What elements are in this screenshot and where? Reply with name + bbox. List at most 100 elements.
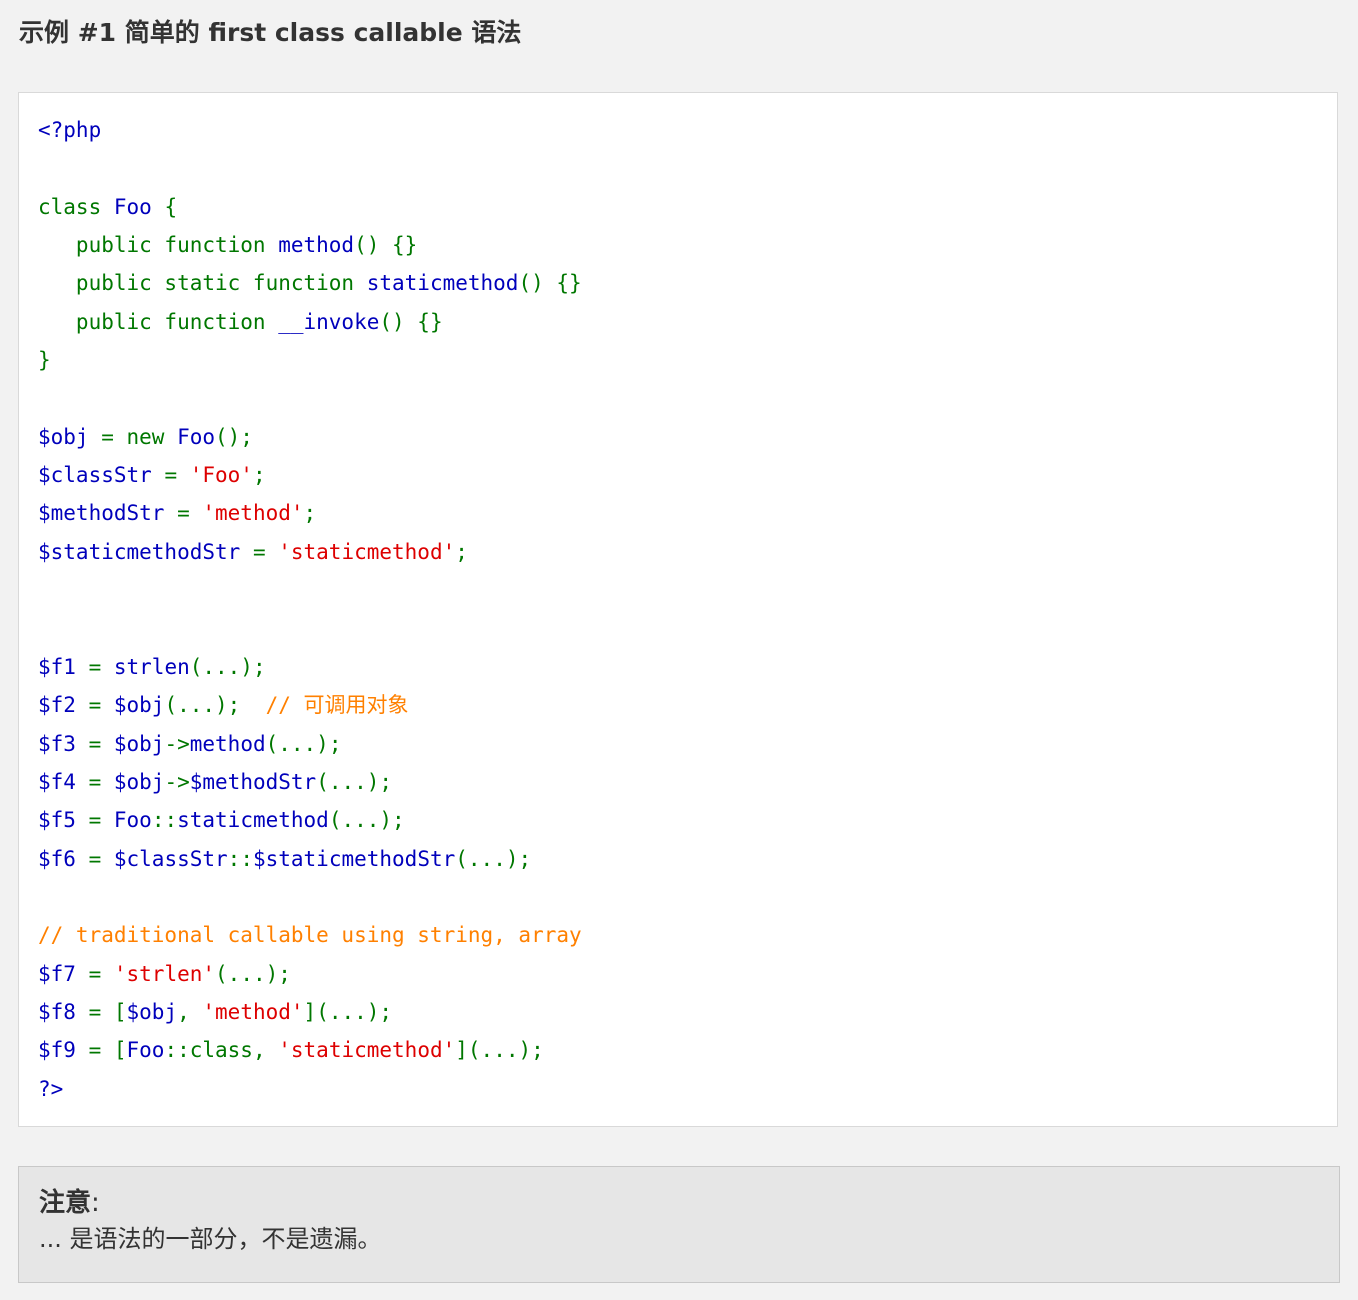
code-token: =	[88, 693, 114, 718]
code-token: =	[164, 463, 190, 488]
code-token: 'staticmethod'	[278, 1038, 456, 1063]
code-token: 'Foo'	[189, 463, 253, 488]
code-token: class	[38, 194, 114, 219]
code-line: public static function staticmethod() {}	[38, 264, 1318, 302]
code-token: {	[164, 194, 178, 219]
note-title-colon: :	[91, 1188, 100, 1218]
code-block: <?php class Foo { public function method…	[18, 92, 1338, 1127]
code-token: (...);	[215, 961, 291, 986]
code-token: $classStr	[113, 846, 228, 871]
code-token: $staticmethodStr	[252, 846, 456, 871]
code-token: $obj	[113, 731, 165, 756]
code-token: Foo	[113, 808, 152, 833]
code-token: public static function	[38, 271, 367, 296]
code-token: method	[278, 233, 355, 258]
code-token: $methodStr	[38, 501, 178, 526]
code-token: method	[189, 731, 266, 756]
code-token: ](...);	[455, 1038, 544, 1063]
code-token: $obj	[126, 999, 178, 1024]
code-line: // traditional callable using string, ar…	[38, 916, 1318, 954]
code-token: ->	[164, 769, 190, 794]
code-token: ->	[164, 731, 190, 756]
note-body: ... 是语法的一部分，不是遗漏。	[39, 1225, 382, 1253]
code-line: public function __invoke() {}	[38, 303, 1318, 341]
code-token: public function	[38, 309, 279, 334]
code-token: ::class,	[164, 1038, 279, 1063]
code-token: $obj	[38, 424, 102, 449]
code-token: =	[88, 808, 114, 833]
code-token: $f3	[38, 731, 89, 756]
code-token: ::	[227, 846, 253, 871]
code-token: __invoke	[278, 309, 380, 334]
code-line: $methodStr = 'method';	[38, 494, 1318, 532]
code-line: public function method() {}	[38, 226, 1318, 264]
code-line: <?php	[38, 111, 1318, 149]
code-line: $f7 = 'strlen'(...);	[38, 955, 1318, 993]
code-token: // 可调用对象	[265, 693, 409, 718]
code-token: public function	[38, 233, 279, 258]
code-token: Foo	[126, 1038, 165, 1063]
code-token: ;	[252, 463, 266, 488]
code-token: <?php	[38, 118, 102, 142]
code-line: ?>	[38, 1070, 1318, 1108]
code-token: $f4	[38, 769, 89, 794]
code-token: ,	[177, 999, 203, 1024]
note-title-text: 注意	[39, 1188, 92, 1218]
code-token: $f9	[38, 1038, 89, 1063]
code-token: =	[88, 846, 114, 871]
note-box: 注意: ... 是语法的一部分，不是遗漏。	[18, 1166, 1340, 1283]
code-line: $f9 = [Foo::class, 'staticmethod'](...);	[38, 1031, 1318, 1069]
code-line: $f1 = strlen(...);	[38, 648, 1318, 686]
example-title: 示例 #1 简单的 first class callable 语法	[19, 18, 522, 47]
code-token: (...);	[316, 769, 393, 794]
code-token: $methodStr	[189, 769, 317, 794]
code-token: 'method'	[202, 999, 304, 1024]
code-token: =	[252, 539, 279, 564]
code-token: $obj	[113, 693, 165, 718]
code-token: Foo	[177, 424, 216, 449]
code-line: $staticmethodStr = 'staticmethod';	[38, 533, 1318, 571]
code-token: ](...);	[303, 999, 393, 1024]
code-line: $obj = new Foo();	[38, 418, 1318, 456]
code-line: $f4 = $obj->$methodStr(...);	[38, 763, 1318, 801]
code-token: // traditional callable using string, ar…	[38, 923, 582, 948]
code-token: $f8	[38, 999, 89, 1024]
code-line: $f8 = [$obj, 'method'](...);	[38, 993, 1318, 1031]
code-token: $obj	[113, 769, 165, 794]
code-line: $classStr = 'Foo';	[38, 456, 1318, 494]
code-token: (...);	[455, 846, 532, 871]
code-token: () {}	[379, 309, 443, 334]
code-line: $f6 = $classStr::$staticmethodStr(...);	[38, 840, 1318, 878]
code-line: $f3 = $obj->method(...);	[38, 725, 1318, 763]
code-token: ?>	[38, 1076, 64, 1101]
code-token: =	[88, 961, 114, 986]
code-token: strlen	[113, 654, 190, 679]
code-token: = [	[88, 1038, 127, 1063]
code-token: ;	[303, 501, 317, 526]
code-token: (...);	[189, 654, 266, 679]
code-token: ();	[215, 424, 253, 449]
code-line: class Foo {	[38, 188, 1318, 226]
code-token: ;	[455, 539, 468, 564]
note-title: 注意:	[39, 1185, 1319, 1221]
code-token: () {}	[354, 233, 418, 258]
code-token: 'strlen'	[113, 961, 216, 986]
code-token: (...);	[328, 808, 405, 833]
code-token: = new	[101, 424, 178, 449]
code-token: $f2	[38, 693, 89, 718]
code-token: $classStr	[38, 463, 165, 488]
code-token: =	[177, 501, 203, 526]
code-token: = [	[88, 999, 127, 1024]
code-token: $f5	[38, 808, 89, 833]
code-token: =	[88, 731, 114, 756]
code-line: }	[38, 341, 1318, 379]
code-token: =	[88, 654, 114, 679]
code-token: $f6	[38, 846, 89, 871]
code-token: (...);	[265, 731, 342, 756]
code-token: 'staticmethod'	[278, 539, 456, 564]
